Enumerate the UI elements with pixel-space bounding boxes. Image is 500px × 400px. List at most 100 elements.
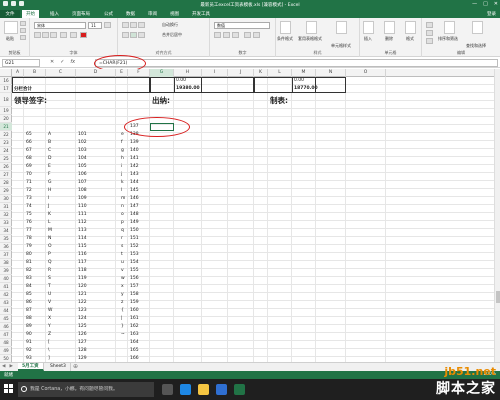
task-view-icon[interactable] — [162, 384, 173, 395]
insert-function-icon[interactable]: fx — [70, 59, 75, 65]
align-right-icon[interactable] — [138, 32, 145, 38]
row-header[interactable]: 36 — [0, 243, 12, 251]
row-header[interactable]: 49 — [0, 347, 12, 355]
table-format-icon[interactable] — [306, 21, 317, 34]
row-header[interactable]: 17 — [0, 85, 12, 93]
row-header[interactable]: 34 — [0, 227, 12, 235]
find-select-icon[interactable] — [472, 21, 483, 34]
row-header[interactable]: 18 — [0, 93, 12, 107]
row-header[interactable]: 42 — [0, 291, 12, 299]
align-center-icon[interactable] — [130, 32, 137, 38]
column-header-d[interactable]: D — [76, 69, 116, 77]
row-header[interactable]: 37 — [0, 251, 12, 259]
format-cells-icon[interactable] — [405, 21, 416, 34]
row-header[interactable]: 29 — [0, 187, 12, 195]
row-header[interactable]: 19 — [0, 107, 12, 115]
scrollbar-thumb[interactable] — [496, 291, 500, 303]
cell-styles-icon[interactable] — [336, 21, 347, 34]
column-header-j[interactable]: J — [228, 69, 254, 77]
tab-home[interactable]: 开始 — [22, 10, 39, 18]
tab-page-layout[interactable]: 页面布局 — [68, 10, 94, 18]
row-header[interactable]: 24 — [0, 147, 12, 155]
sheet-tab[interactable]: Sheet3 — [46, 363, 71, 371]
column-header-b[interactable]: B — [24, 69, 46, 77]
column-header-c[interactable]: C — [46, 69, 76, 77]
row-header[interactable]: 33 — [0, 219, 12, 227]
align-middle-icon[interactable] — [130, 22, 137, 28]
underline-icon[interactable] — [50, 32, 57, 38]
column-header-k[interactable]: K — [254, 69, 268, 77]
format-painter-icon[interactable] — [20, 35, 26, 40]
font-size-select[interactable]: 11 — [88, 22, 102, 29]
column-header-o[interactable]: O — [346, 69, 386, 77]
edge-icon[interactable] — [180, 384, 191, 395]
row-header[interactable]: 22 — [0, 131, 12, 139]
fill-color-icon[interactable] — [70, 32, 77, 38]
column-header-h[interactable]: H — [174, 69, 202, 77]
align-bottom-icon[interactable] — [138, 22, 145, 28]
row-header[interactable]: 41 — [0, 283, 12, 291]
maximize-button[interactable]: □ — [483, 1, 488, 7]
tab-formulas[interactable]: 公式 — [100, 10, 117, 18]
copy-icon[interactable] — [20, 28, 26, 33]
column-header-f[interactable]: F — [128, 69, 150, 77]
row-header[interactable]: 21 — [0, 123, 12, 131]
row-header[interactable]: 16 — [0, 77, 12, 85]
column-header-n[interactable]: N — [316, 69, 346, 77]
row-header[interactable]: 32 — [0, 211, 12, 219]
row-header[interactable]: 31 — [0, 203, 12, 211]
next-sheet-icon[interactable]: ▶ — [9, 364, 12, 369]
row-header[interactable]: 27 — [0, 171, 12, 179]
row-header[interactable]: 44 — [0, 307, 12, 315]
vertical-scrollbar[interactable] — [494, 69, 500, 362]
minimize-button[interactable]: — — [472, 1, 477, 7]
row-header[interactable]: 23 — [0, 139, 12, 147]
merge-center-button[interactable]: 合并后居中 — [162, 32, 182, 38]
cortana-search-box[interactable]: 我是 Cortana，小娜。有问题尽管问我。 — [18, 382, 154, 397]
row-header[interactable]: 48 — [0, 339, 12, 347]
align-top-icon[interactable] — [122, 22, 129, 28]
row-header[interactable]: 28 — [0, 179, 12, 187]
conditional-format-icon[interactable] — [280, 21, 291, 34]
border-icon[interactable] — [60, 32, 67, 38]
windows-start-icon[interactable] — [4, 384, 14, 394]
comma-icon[interactable] — [232, 32, 239, 38]
row-header[interactable]: 40 — [0, 275, 12, 283]
column-header-i[interactable]: I — [202, 69, 228, 77]
autosum-icon[interactable] — [426, 22, 433, 28]
row-header[interactable]: 45 — [0, 315, 12, 323]
clear-icon[interactable] — [426, 38, 433, 44]
column-header-a[interactable]: A — [12, 69, 24, 77]
close-button[interactable]: ✕ — [494, 1, 498, 7]
column-header-m[interactable]: M — [292, 69, 316, 77]
font-color-icon[interactable] — [80, 32, 87, 38]
tab-file[interactable]: 文件 — [0, 10, 20, 18]
enter-icon[interactable]: ✓ — [60, 59, 64, 65]
paste-icon[interactable] — [4, 21, 18, 34]
align-left-icon[interactable] — [122, 32, 129, 38]
tab-developer[interactable]: 开发工具 — [188, 10, 214, 18]
select-all-corner[interactable] — [0, 69, 12, 77]
prev-sheet-icon[interactable]: ◀ — [2, 364, 5, 369]
row-header[interactable]: 35 — [0, 235, 12, 243]
insert-cells-icon[interactable] — [363, 21, 374, 34]
row-header[interactable]: 20 — [0, 115, 12, 123]
column-header-g[interactable]: G — [150, 69, 174, 77]
row-header[interactable]: 46 — [0, 323, 12, 331]
delete-cells-icon[interactable] — [384, 21, 395, 34]
row-header[interactable]: 43 — [0, 299, 12, 307]
number-format-select[interactable]: 数值 — [214, 22, 270, 29]
fill-icon[interactable] — [426, 30, 433, 36]
column-header-e[interactable]: E — [116, 69, 128, 77]
decrease-decimal-icon[interactable] — [253, 32, 260, 38]
sort-filter-icon[interactable] — [444, 21, 455, 34]
sign-in-link[interactable]: 登录 — [487, 11, 496, 17]
font-name-select[interactable]: 宋体 — [34, 22, 86, 29]
cancel-icon[interactable]: ✕ — [50, 59, 54, 65]
excel-taskbar-icon[interactable] — [234, 384, 245, 395]
grow-font-icon[interactable] — [104, 22, 111, 28]
cut-icon[interactable] — [20, 21, 26, 26]
row-header[interactable]: 30 — [0, 195, 12, 203]
tab-review[interactable]: 审阅 — [144, 10, 161, 18]
currency-icon[interactable] — [214, 32, 221, 38]
